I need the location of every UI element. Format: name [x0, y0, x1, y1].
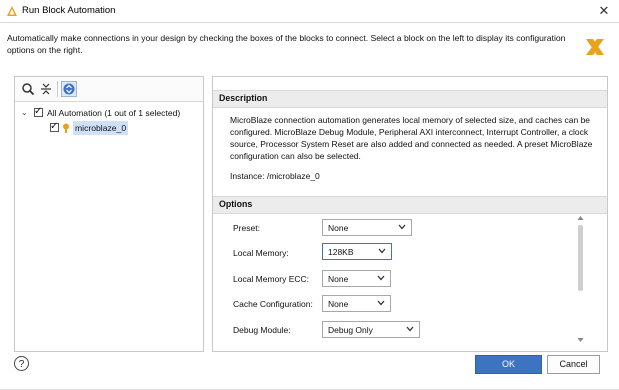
debug-module-select[interactable]: Debug Only [322, 321, 420, 338]
xilinx-logo [586, 39, 604, 55]
microblaze-checkbox[interactable] [50, 120, 59, 134]
expand-all-button[interactable] [61, 81, 77, 97]
tree-item-all-automation[interactable]: ⌄ All Automation (1 out of 1 selected) [21, 105, 201, 120]
debug-module-label: Debug Module: [233, 325, 291, 335]
debug-module-value: Debug Only [328, 325, 373, 335]
tree-item-microblaze[interactable]: microblaze_0 [21, 120, 201, 135]
chevron-down-icon [378, 248, 386, 254]
automation-tree-panel: ⌄ All Automation (1 out of 1 selected) m… [14, 76, 204, 352]
preset-select[interactable]: None [322, 219, 412, 236]
chevron-down-icon [406, 326, 414, 332]
description-title: Description [219, 93, 268, 103]
options-scrollbar[interactable] [576, 214, 585, 346]
tree-item-label: All Automation (1 out of 1 selected) [47, 108, 181, 118]
help-button[interactable]: ? [14, 356, 29, 371]
window-title: Run Block Automation [22, 5, 116, 16]
chevron-down-icon[interactable]: ⌄ [21, 106, 29, 120]
scroll-up-icon[interactable] [576, 214, 585, 222]
tree-item-label: microblaze_0 [73, 121, 129, 135]
help-icon: ? [18, 359, 25, 370]
run-automation-icon [7, 6, 17, 16]
local-memory-value: 128KB [328, 247, 354, 257]
search-button[interactable] [20, 81, 36, 97]
ip-block-icon [63, 123, 69, 133]
cancel-button[interactable]: Cancel [547, 355, 600, 374]
options-header: Options [213, 196, 607, 214]
local-memory-ecc-label: Local Memory ECC: [233, 274, 310, 284]
title-bar: Run Block Automation ✕ [0, 0, 619, 23]
close-button[interactable]: ✕ [595, 2, 613, 20]
collapse-all-button[interactable] [38, 81, 54, 97]
intro-text: Automatically make connections in your d… [7, 33, 566, 55]
options-title: Options [219, 199, 253, 209]
description-text: MicroBlaze connection automation generat… [230, 115, 593, 161]
toolbar-separator [57, 81, 58, 97]
scroll-thumb[interactable] [578, 225, 583, 291]
collapse-all-icon [41, 83, 51, 95]
chevron-down-icon [398, 224, 406, 230]
instance-path: Instance: /microblaze_0 [230, 171, 320, 181]
expand-all-icon [63, 83, 75, 95]
cache-configuration-label: Cache Configuration: [233, 299, 313, 309]
search-icon [22, 83, 35, 96]
cache-configuration-select[interactable]: None [322, 295, 391, 312]
preset-value: None [328, 223, 349, 233]
tree-toolbar [15, 77, 203, 102]
local-memory-select[interactable]: 128KB [322, 243, 392, 260]
close-icon: ✕ [598, 3, 610, 18]
all-automation-checkbox[interactable] [34, 105, 43, 119]
chevron-down-icon [377, 275, 385, 281]
chevron-down-icon [377, 300, 385, 306]
cache-configuration-value: None [328, 299, 349, 309]
local-memory-ecc-select[interactable]: None [322, 270, 391, 287]
preset-label: Preset: [233, 223, 260, 233]
details-panel: Description MicroBlaze connection automa… [212, 76, 608, 352]
local-memory-label: Local Memory: [233, 248, 289, 258]
description-header: Description [213, 90, 607, 108]
local-memory-ecc-value: None [328, 274, 349, 284]
ok-button[interactable]: OK [475, 355, 542, 374]
scroll-down-icon[interactable] [576, 336, 585, 344]
